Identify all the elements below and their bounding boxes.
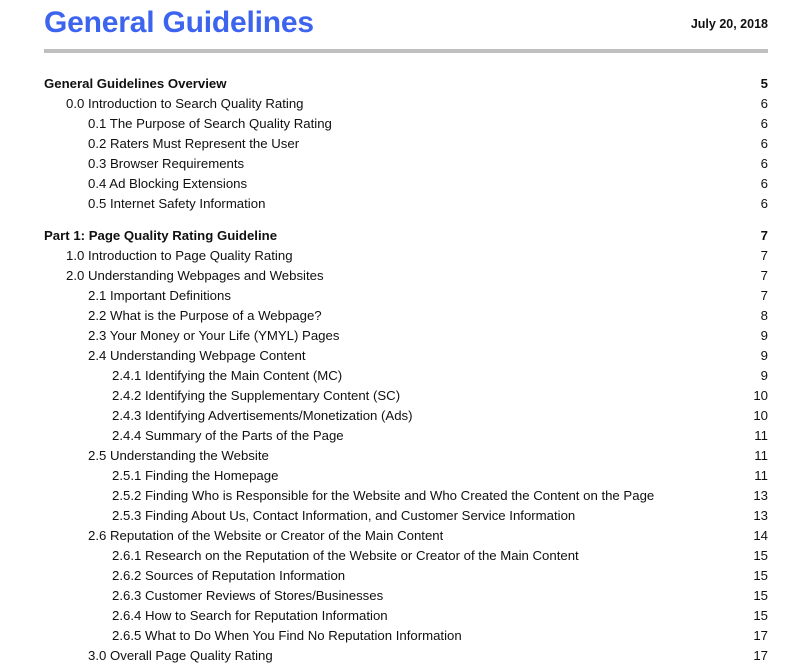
toc-entry[interactable]: 0.1 The Purpose of Search Quality Rating… [44, 114, 768, 134]
toc-entry-label: 2.0 Understanding Webpages and Websites [66, 268, 324, 283]
toc-entry-label: 2.6 Reputation of the Website or Creator… [88, 528, 444, 543]
toc-entry-page-number: 7 [760, 288, 768, 303]
toc-entry-label: 0.3 Browser Requirements [88, 156, 245, 171]
header-row: General Guidelines July 20, 2018 [44, 0, 768, 48]
toc-entry-page-number: 10 [753, 408, 768, 423]
toc-entry-label: 0.5 Internet Safety Information [88, 196, 266, 211]
toc-entry[interactable]: 2.6.1 Research on the Reputation of the … [44, 546, 768, 566]
toc-entry[interactable]: 0.4 Ad Blocking Extensions 6 [44, 174, 768, 194]
toc-entry[interactable]: 2.4.2 Identifying the Supplementary Cont… [44, 386, 768, 406]
toc-entry-page-number: 15 [753, 608, 768, 623]
toc-entry-page-number: 6 [760, 156, 768, 171]
toc-entry-page-number: 6 [760, 176, 768, 191]
toc-entry-label: 2.1 Important Definitions [88, 288, 231, 303]
toc-entry-label: 2.2 What is the Purpose of a Webpage? [88, 308, 322, 323]
toc-entry[interactable]: 2.0 Understanding Webpages and Websites 7 [44, 266, 768, 286]
toc-entry[interactable]: 2.2 What is the Purpose of a Webpage? 8 [44, 306, 768, 326]
toc-entry-page-number: 10 [753, 388, 768, 403]
toc-entry-page-number: 7 [760, 228, 768, 243]
toc-entry-label: 0.0 Introduction to Search Quality Ratin… [66, 96, 304, 111]
page-title: General Guidelines [44, 6, 314, 39]
toc-entry[interactable]: 2.6.3 Customer Reviews of Stores/Busines… [44, 586, 768, 606]
toc-entry[interactable]: 2.1 Important Definitions 7 [44, 286, 768, 306]
toc-entry-label: 2.6.1 Research on the Reputation of the … [112, 548, 579, 563]
toc-entry[interactable]: 2.4.1 Identifying the Main Content (MC) 9 [44, 366, 768, 386]
toc-entry-page-number: 17 [753, 648, 768, 663]
toc-entry-label: 2.4.3 Identifying Advertisements/Monetiz… [112, 408, 413, 423]
toc-entry-label: 0.2 Raters Must Represent the User [88, 136, 300, 151]
toc-entry-label: 2.4.2 Identifying the Supplementary Cont… [112, 388, 401, 403]
toc-entry[interactable]: 0.3 Browser Requirements 6 [44, 154, 768, 174]
toc-entry-label: 0.4 Ad Blocking Extensions [88, 176, 248, 191]
document-page: General Guidelines July 20, 2018 General… [0, 0, 809, 666]
toc-entry[interactable]: 2.5 Understanding the Website 11 [44, 446, 768, 466]
toc-entry[interactable]: 0.2 Raters Must Represent the User 6 [44, 134, 768, 154]
toc-entry-label: 2.5.2 Finding Who is Responsible for the… [112, 488, 655, 503]
toc-entry-page-number: 7 [760, 268, 768, 283]
toc-entry[interactable]: 2.6 Reputation of the Website or Creator… [44, 526, 768, 546]
toc-entry-page-number: 13 [753, 508, 768, 523]
toc-entry-label: 2.4.1 Identifying the Main Content (MC) [112, 368, 343, 383]
toc-entry-label: 2.4.4 Summary of the Parts of the Page [112, 428, 344, 443]
toc-entry-label: 2.3 Your Money or Your Life (YMYL) Pages [88, 328, 340, 343]
toc-entry-page-number: 17 [753, 628, 768, 643]
header-divider [44, 49, 768, 53]
toc-entry-page-number: 14 [753, 528, 768, 543]
toc-entry[interactable]: Part 1: Page Quality Rating Guideline 7 [44, 226, 768, 246]
toc-entry[interactable]: 2.5.1 Finding the Homepage 11 [44, 466, 768, 486]
toc-entry[interactable]: 2.5.2 Finding Who is Responsible for the… [44, 486, 768, 506]
toc-entry-label: 1.0 Introduction to Page Quality Rating [66, 248, 293, 263]
toc-entry-page-number: 11 [754, 428, 768, 443]
toc-entry[interactable]: 2.4.3 Identifying Advertisements/Monetiz… [44, 406, 768, 426]
toc-entry-page-number: 6 [760, 136, 768, 151]
toc-entry-page-number: 6 [760, 116, 768, 131]
toc-entry-label: Part 1: Page Quality Rating Guideline [44, 228, 278, 243]
toc-entry-page-number: 13 [753, 488, 768, 503]
toc-entry-page-number: 9 [760, 328, 768, 343]
toc-entry[interactable]: 2.6.4 How to Search for Reputation Infor… [44, 606, 768, 626]
toc-entry[interactable]: 2.6.5 What to Do When You Find No Reputa… [44, 626, 768, 646]
toc-entry[interactable]: 2.5.3 Finding About Us, Contact Informat… [44, 506, 768, 526]
toc-entry-page-number: 15 [753, 568, 768, 583]
toc-entry-page-number: 15 [753, 548, 768, 563]
document-date: July 20, 2018 [690, 17, 768, 31]
toc-entry-page-number: 9 [760, 348, 768, 363]
toc-entry-page-number: 6 [760, 196, 768, 211]
toc-entry-label: 2.5.3 Finding About Us, Contact Informat… [112, 508, 576, 523]
toc-entry-label: 2.5.1 Finding the Homepage [112, 468, 279, 483]
toc-entry-page-number: 11 [754, 448, 768, 463]
toc-entry[interactable]: 2.4.4 Summary of the Parts of the Page 11 [44, 426, 768, 446]
toc-entry-page-number: 6 [760, 96, 768, 111]
toc-entry-label: 2.5 Understanding the Website [88, 448, 269, 463]
toc-entry-page-number: 9 [760, 368, 768, 383]
toc-entry[interactable]: 2.4 Understanding Webpage Content 9 [44, 346, 768, 366]
toc-entry-label: 2.6.5 What to Do When You Find No Reputa… [112, 628, 462, 643]
toc-entry-label: General Guidelines Overview [44, 76, 227, 91]
toc-entry[interactable]: 0.0 Introduction to Search Quality Ratin… [44, 94, 768, 114]
toc-entry[interactable]: 0.5 Internet Safety Information 6 [44, 194, 768, 214]
toc-entry-page-number: 5 [760, 76, 768, 91]
toc-entry[interactable]: 3.0 Overall Page Quality Rating 17 [44, 646, 768, 666]
toc-entry-label: 2.6.4 How to Search for Reputation Infor… [112, 608, 388, 623]
toc-entry-label: 2.6.3 Customer Reviews of Stores/Busines… [112, 588, 384, 603]
toc-entry[interactable]: General Guidelines Overview 5 [44, 74, 768, 94]
toc-entry-page-number: 11 [754, 468, 768, 483]
toc-entry-label: 0.1 The Purpose of Search Quality Rating [88, 116, 332, 131]
toc-entry-page-number: 8 [760, 308, 768, 323]
toc-entry-label: 2.4 Understanding Webpage Content [88, 348, 306, 363]
toc-entry[interactable]: 1.0 Introduction to Page Quality Rating 7 [44, 246, 768, 266]
toc-entry[interactable]: 2.6.2 Sources of Reputation Information 1… [44, 566, 768, 586]
toc-entry[interactable]: 2.3 Your Money or Your Life (YMYL) Pages… [44, 326, 768, 346]
toc-entry-page-number: 7 [760, 248, 768, 263]
table-of-contents: General Guidelines Overview 5 0.0 Introduc… [0, 62, 809, 666]
document-header: General Guidelines July 20, 2018 [0, 0, 809, 62]
toc-entry-page-number: 15 [753, 588, 768, 603]
toc-entry-label: 2.6.2 Sources of Reputation Information [112, 568, 346, 583]
toc-entry-label: 3.0 Overall Page Quality Rating [88, 648, 273, 663]
